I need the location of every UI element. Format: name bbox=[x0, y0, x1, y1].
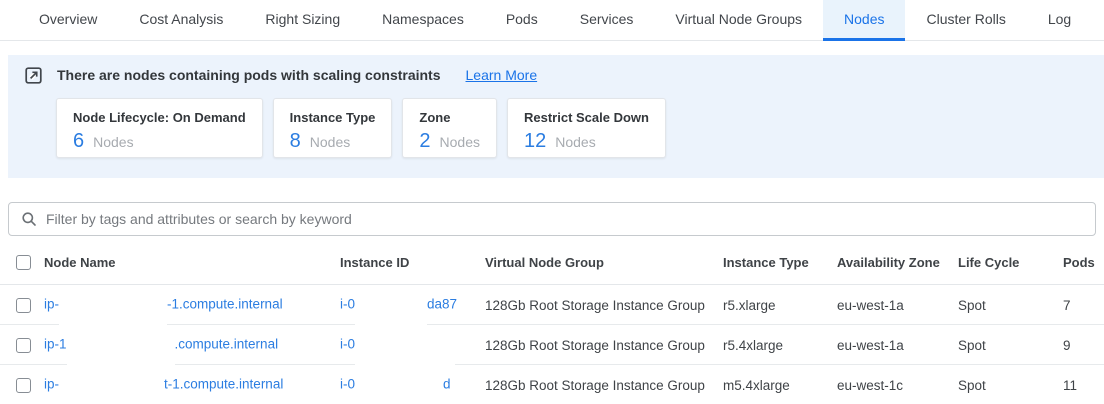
card-value: 12 bbox=[524, 130, 546, 153]
card-unit: Nodes bbox=[555, 134, 595, 150]
redacted-text bbox=[67, 329, 175, 369]
pods-cell: 11 bbox=[1063, 378, 1104, 393]
table-body: ip--1.compute.internal i-0da87 128Gb Roo… bbox=[0, 285, 1104, 404]
availability-zone-cell: eu-west-1a bbox=[837, 298, 958, 313]
tab-right-sizing[interactable]: Right Sizing bbox=[244, 0, 361, 41]
node-name-link[interactable]: ip-t-1.compute.internal bbox=[44, 365, 340, 404]
pods-cell: 7 bbox=[1063, 298, 1104, 313]
instance-id-link[interactable]: i-0da87 bbox=[340, 285, 485, 325]
tab-bar: Overview Cost Analysis Right Sizing Name… bbox=[0, 0, 1104, 41]
availability-zone-cell: eu-west-1a bbox=[837, 338, 958, 353]
instance-id-link[interactable]: i-0 bbox=[340, 325, 485, 365]
card-instance-type[interactable]: Instance Type 8 Nodes bbox=[273, 98, 393, 158]
card-title: Restrict Scale Down bbox=[524, 110, 649, 125]
col-pods: Pods bbox=[1063, 255, 1104, 270]
redacted-text bbox=[355, 289, 427, 329]
tab-pods[interactable]: Pods bbox=[485, 0, 559, 41]
tab-cost-analysis[interactable]: Cost Analysis bbox=[118, 0, 244, 41]
card-unit: Nodes bbox=[310, 134, 350, 150]
scaling-constraint-icon bbox=[25, 67, 42, 84]
col-instance-type: Instance Type bbox=[723, 255, 837, 270]
virtual-node-group-cell: 128Gb Root Storage Instance Group bbox=[485, 378, 723, 393]
constraint-cards: Node Lifecycle: On Demand 6 Nodes Instan… bbox=[56, 98, 1104, 158]
banner-message: There are nodes containing pods with sca… bbox=[57, 67, 441, 83]
scaling-constraints-banner: There are nodes containing pods with sca… bbox=[8, 55, 1104, 178]
card-restrict-scale-down[interactable]: Restrict Scale Down 12 Nodes bbox=[507, 98, 666, 158]
card-title: Instance Type bbox=[290, 110, 376, 125]
filter-search-input[interactable] bbox=[46, 211, 1083, 227]
row-checkbox[interactable] bbox=[16, 298, 31, 313]
table-header-row: Node Name Instance ID Virtual Node Group… bbox=[0, 240, 1104, 285]
life-cycle-cell: Spot bbox=[958, 338, 1063, 353]
row-checkbox[interactable] bbox=[16, 378, 31, 393]
instance-type-cell: r5.xlarge bbox=[723, 298, 837, 313]
learn-more-link[interactable]: Learn More bbox=[466, 67, 538, 83]
filter-search-box[interactable] bbox=[8, 202, 1096, 236]
card-title: Node Lifecycle: On Demand bbox=[73, 110, 246, 125]
tab-virtual-node-groups[interactable]: Virtual Node Groups bbox=[654, 0, 823, 41]
col-virtual-node-group: Virtual Node Group bbox=[485, 255, 723, 270]
life-cycle-cell: Spot bbox=[958, 298, 1063, 313]
instance-type-cell: m5.4xlarge bbox=[723, 378, 837, 393]
table-row: ip-1.compute.internal i-0 128Gb Root Sto… bbox=[0, 325, 1104, 365]
virtual-node-group-cell: 128Gb Root Storage Instance Group bbox=[485, 298, 723, 313]
availability-zone-cell: eu-west-1c bbox=[837, 378, 958, 393]
tab-cluster-rolls[interactable]: Cluster Rolls bbox=[905, 0, 1026, 41]
tab-overview[interactable]: Overview bbox=[18, 0, 118, 41]
row-checkbox[interactable] bbox=[16, 338, 31, 353]
virtual-node-group-cell: 128Gb Root Storage Instance Group bbox=[485, 338, 723, 353]
card-value: 6 bbox=[73, 130, 84, 153]
redacted-text bbox=[355, 369, 443, 404]
table-row: ip-t-1.compute.internal i-0d 128Gb Root … bbox=[0, 365, 1104, 404]
tab-services[interactable]: Services bbox=[559, 0, 655, 41]
card-unit: Nodes bbox=[440, 134, 480, 150]
life-cycle-cell: Spot bbox=[958, 378, 1063, 393]
card-value: 8 bbox=[290, 130, 301, 153]
col-node-name: Node Name bbox=[44, 255, 340, 270]
col-instance-id: Instance ID bbox=[340, 255, 485, 270]
select-all-checkbox[interactable] bbox=[16, 255, 31, 270]
search-icon bbox=[21, 211, 37, 227]
nodes-table: Node Name Instance ID Virtual Node Group… bbox=[0, 240, 1104, 404]
node-name-link[interactable]: ip-1.compute.internal bbox=[44, 325, 340, 365]
node-name-link[interactable]: ip--1.compute.internal bbox=[44, 285, 340, 325]
col-availability-zone: Availability Zone bbox=[837, 255, 958, 270]
col-life-cycle: Life Cycle bbox=[958, 255, 1063, 270]
card-title: Zone bbox=[419, 110, 480, 125]
pods-cell: 9 bbox=[1063, 338, 1104, 353]
redacted-text bbox=[355, 329, 455, 369]
card-value: 2 bbox=[419, 130, 430, 153]
instance-type-cell: r5.4xlarge bbox=[723, 338, 837, 353]
tab-log[interactable]: Log bbox=[1027, 0, 1092, 41]
redacted-text bbox=[59, 289, 167, 329]
tab-nodes[interactable]: Nodes bbox=[823, 0, 905, 41]
card-node-lifecycle[interactable]: Node Lifecycle: On Demand 6 Nodes bbox=[56, 98, 263, 158]
card-zone[interactable]: Zone 2 Nodes bbox=[402, 98, 497, 158]
card-unit: Nodes bbox=[93, 134, 133, 150]
tab-namespaces[interactable]: Namespaces bbox=[361, 0, 485, 41]
table-row: ip--1.compute.internal i-0da87 128Gb Roo… bbox=[0, 285, 1104, 325]
redacted-text bbox=[59, 369, 164, 404]
instance-id-link[interactable]: i-0d bbox=[340, 365, 485, 404]
